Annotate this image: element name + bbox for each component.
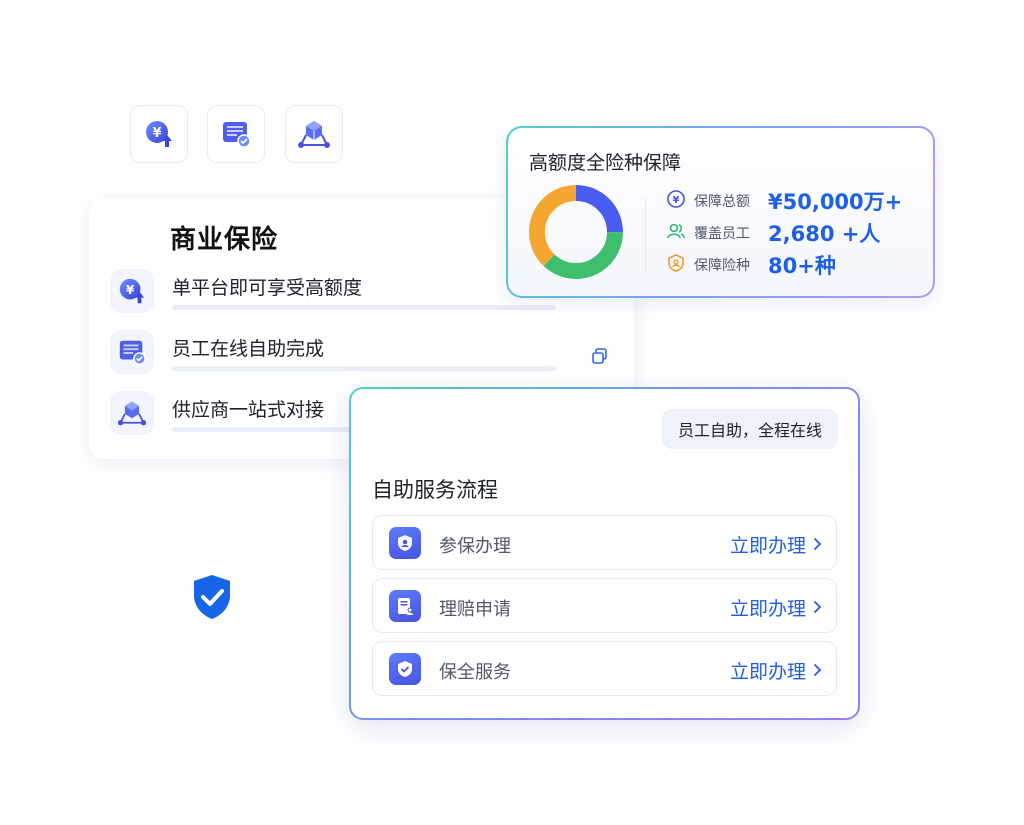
coverage-title: 高额度全险种保障 [529, 152, 682, 174]
business-item-label: 单平台即可享受高额度 [172, 277, 363, 299]
business-item-bar [172, 366, 556, 371]
stat-value: 2,680 +人 [768, 222, 881, 246]
yuan-up-icon: ¥ [119, 278, 145, 304]
business-item-icon-box: ¥ [110, 269, 154, 313]
business-item-label: 员工在线自助完成 [172, 338, 325, 360]
service-row-label: 保全服务 [439, 662, 511, 683]
service-row-label: 参保办理 [439, 536, 511, 557]
feature-tile-card[interactable] [207, 105, 265, 163]
stat-insurance-types: 保障险种 80+种 [666, 251, 936, 278]
shield-check-icon [398, 661, 412, 677]
service-row-icon-box [389, 590, 421, 622]
card-check-icon [223, 122, 251, 148]
svg-text:¥: ¥ [126, 283, 135, 297]
business-item-label: 供应商一站式对接 [172, 399, 325, 421]
handle-now-link[interactable]: 立即办理 [730, 594, 806, 621]
shield-person-icon [668, 254, 684, 272]
card-check-icon [119, 340, 146, 365]
business-item-bar [172, 305, 556, 310]
chevron-right-icon [813, 537, 822, 551]
service-title: 自助服务流程 [372, 478, 498, 502]
business-item: 员工在线自助完成 [110, 330, 560, 380]
claim-doc-icon [398, 598, 413, 615]
business-item-icon-box [110, 391, 154, 435]
stat-value: ¥50,000万+ [768, 190, 903, 214]
business-item: ¥ 单平台即可享受高额度 [110, 269, 560, 319]
self-service-card-inner: 员工自助，全程在线 自助服务流程 参保办理 立即办理 理赔申请 立即办理 保全服… [351, 389, 858, 718]
stat-label: 覆盖员工 [694, 226, 750, 242]
coverage-card-inner: 高额度全险种保障 ¥ 保障总额 ¥50,000万+ 覆盖员工 2,680 +人 [508, 128, 933, 296]
service-row-icon-box [389, 653, 421, 685]
copy-icon[interactable] [590, 346, 610, 366]
network-cube-icon [117, 401, 147, 426]
handle-now-link[interactable]: 立即办理 [730, 531, 806, 558]
network-cube-icon [298, 121, 330, 148]
service-row-icon-box [389, 527, 421, 559]
chevron-right-icon [813, 600, 822, 614]
coverage-divider [645, 198, 646, 274]
service-row-enroll[interactable]: 参保办理 立即办理 [372, 515, 837, 570]
stat-value: 80+种 [768, 254, 836, 278]
yuan-up-icon: ¥ [146, 121, 172, 147]
shield-user-icon [398, 535, 412, 551]
service-row-label: 理赔申请 [439, 599, 511, 620]
shield-check-icon [194, 575, 230, 619]
handle-now-link[interactable]: 立即办理 [730, 657, 806, 684]
self-service-card: 员工自助，全程在线 自助服务流程 参保办理 立即办理 理赔申请 立即办理 保全服… [349, 387, 860, 720]
svg-text:¥: ¥ [673, 195, 680, 206]
coverage-donut [529, 185, 623, 279]
yuan-circle-icon: ¥ [667, 190, 685, 208]
service-row-maintenance[interactable]: 保全服务 立即办理 [372, 641, 837, 696]
chevron-right-icon [813, 663, 822, 677]
stat-covered-employees: 覆盖员工 2,680 +人 [666, 219, 936, 246]
business-title: 商业保险 [170, 225, 279, 255]
stat-total-amount: ¥ 保障总额 ¥50,000万+ [666, 187, 936, 214]
stat-label: 保障总额 [694, 194, 750, 210]
feature-tile-network[interactable] [285, 105, 343, 163]
feature-tile-yuan[interactable]: ¥ [130, 105, 188, 163]
service-badge: 员工自助，全程在线 [661, 409, 838, 449]
stat-label: 保障险种 [694, 258, 750, 274]
coverage-card: 高额度全险种保障 ¥ 保障总额 ¥50,000万+ 覆盖员工 2,680 +人 [506, 126, 935, 298]
users-icon [667, 223, 685, 239]
svg-text:¥: ¥ [152, 126, 161, 141]
business-item-icon-box [110, 330, 154, 374]
service-row-claim[interactable]: 理赔申请 立即办理 [372, 578, 837, 633]
